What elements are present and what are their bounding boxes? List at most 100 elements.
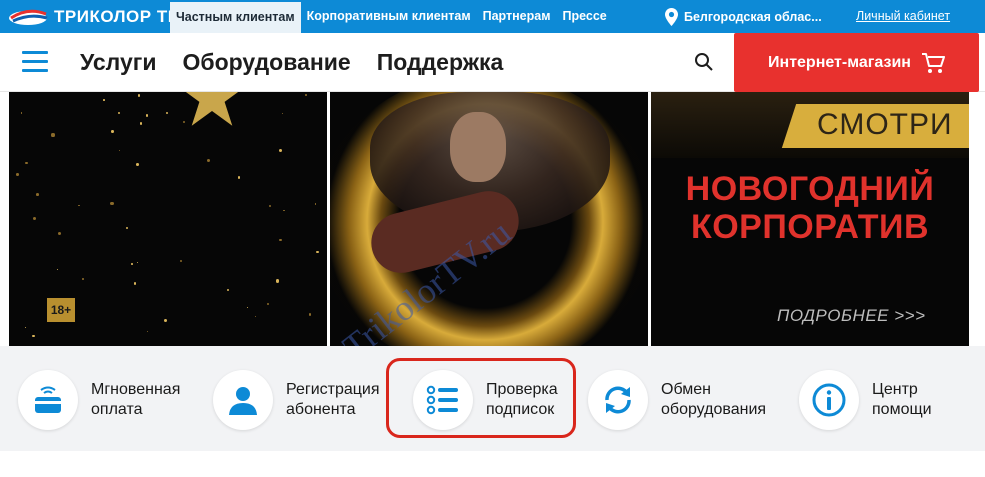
service-icon-circle [18, 370, 78, 430]
service-icon-circle [413, 370, 473, 430]
hamburger-menu-icon[interactable] [22, 51, 48, 73]
sparkle-dot [103, 99, 105, 101]
audience-nav: Частным клиентам Корпоративным клиентам … [170, 0, 613, 33]
sparkle-dot [133, 281, 137, 285]
sparkle-dot [305, 93, 308, 96]
main-menu: Услуги Оборудование Поддержка [80, 33, 503, 92]
more-link[interactable]: ПОДРОБНЕЕ >>> [777, 306, 926, 326]
menu-services[interactable]: Услуги [80, 49, 156, 76]
service-label-line-2: подписок [486, 401, 555, 418]
region-selector[interactable]: Белгородская облас... [665, 0, 822, 33]
sparkle-dot [139, 122, 143, 125]
sparkle-dot [119, 149, 121, 151]
personal-cabinet-link[interactable]: Личный кабинет [856, 0, 950, 33]
list-icon [426, 385, 458, 415]
service-label-line-2: помощи [872, 401, 932, 418]
service-label-line-1: Мгновенная [91, 381, 181, 398]
sparkle-dot [246, 306, 249, 309]
page-bottom [0, 451, 985, 477]
service-label-line-1: Проверка [486, 381, 558, 398]
sparkle-dot [24, 326, 27, 329]
sparkle-dot [207, 158, 211, 163]
service-equipment-exchange[interactable]: Обмен оборудования [588, 370, 766, 430]
promo-banner-1[interactable]: 18+ [9, 92, 327, 346]
sparkle-dot [266, 302, 270, 306]
tricolor-logo-icon [9, 9, 48, 25]
sparkle-dot [131, 263, 133, 266]
sparkle-dot [314, 203, 317, 205]
sparkle-dot [226, 288, 230, 292]
service-instant-payment[interactable]: Мгновенная оплата [18, 370, 180, 430]
nav-private-clients[interactable]: Частным клиентам [170, 2, 301, 33]
service-icon-circle [588, 370, 648, 430]
service-label: Проверка подписок [486, 380, 558, 420]
sparkle-dot [275, 278, 280, 283]
sparkle-dot [51, 133, 55, 137]
sparkle-dot [238, 176, 241, 179]
promo-banner-2[interactable] [330, 92, 648, 346]
service-label-line-2: абонента [286, 401, 356, 418]
sparkle-dot [179, 259, 182, 263]
sparkle-dot [35, 192, 39, 196]
cart-icon [921, 52, 945, 73]
sparkle-dot [279, 238, 282, 242]
nav-corporate-clients[interactable]: Корпоративным клиентам [301, 0, 477, 33]
service-subscriber-registration[interactable]: Регистрация абонента [213, 370, 380, 430]
promo-banners: 18+ СМОТРИ НОВОГОДНИЙ КОРПОРАТИВ ПОДРОБН… [0, 92, 985, 383]
online-shop-button[interactable]: Интернет-магазин [734, 33, 979, 92]
sparkle-dot [268, 204, 272, 207]
sparkle-dot [254, 316, 257, 318]
region-label: Белгородская облас... [684, 9, 822, 24]
sparkle-dot [111, 130, 115, 134]
service-check-subscriptions[interactable]: Проверка подписок [413, 370, 558, 430]
service-label-line-2: оплата [91, 401, 143, 418]
service-label-line-1: Регистрация [286, 381, 380, 398]
wallet-icon [35, 386, 61, 413]
sparkle-dot [117, 111, 120, 114]
menu-support[interactable]: Поддержка [377, 49, 504, 76]
service-help-center[interactable]: Центр помощи [799, 370, 932, 430]
info-icon [812, 383, 846, 417]
sparkle-dot [282, 112, 284, 114]
sparkle-dot [25, 161, 28, 165]
logo-text: ТРИКОЛОР ТВ [54, 7, 181, 26]
logo[interactable]: ТРИКОЛОР ТВ [8, 4, 181, 30]
location-pin-icon [665, 7, 678, 26]
sparkle-dot [32, 216, 36, 220]
sparkle-dot [146, 330, 149, 333]
gold-star-decoration [178, 92, 246, 126]
sparkle-dot [56, 268, 58, 270]
promo-banner-3[interactable]: СМОТРИ НОВОГОДНИЙ КОРПОРАТИВ ПОДРОБНЕЕ >… [651, 92, 969, 346]
nav-partners[interactable]: Партнерам [477, 0, 557, 33]
sparkle-dot [78, 204, 80, 206]
exchange-icon [605, 386, 631, 414]
sparkle-dot [137, 94, 140, 97]
service-icon-circle [213, 370, 273, 430]
sparkle-dot [82, 277, 85, 280]
sparkle-dot [136, 262, 138, 264]
smotri-label: СМОТРИ [817, 108, 953, 141]
sparkle-dot [32, 335, 35, 338]
age-rating-badge: 18+ [47, 298, 75, 322]
sparkle-dot [109, 201, 114, 206]
sparkle-dot [283, 209, 285, 212]
sparkle-dot [20, 112, 23, 114]
sparkle-dot [57, 232, 61, 236]
promo-title-line-1: НОВОГОДНИЙ [685, 170, 935, 208]
sparkle-dot [125, 226, 129, 230]
sparkle-dot [315, 250, 319, 254]
sparkle-dot [136, 163, 140, 166]
service-label-line-1: Центр [872, 381, 918, 398]
search-icon[interactable] [694, 52, 714, 72]
service-label: Обмен оборудования [661, 380, 766, 420]
sparkle-dot [145, 114, 149, 118]
sparkle-dot [163, 318, 167, 322]
nav-press[interactable]: Прессе [556, 0, 612, 33]
menu-equipment[interactable]: Оборудование [182, 49, 350, 76]
service-icon-circle [799, 370, 859, 430]
service-label: Регистрация абонента [286, 380, 380, 420]
sparkle-dot [308, 313, 312, 316]
online-shop-label: Интернет-магазин [768, 53, 911, 71]
laughing-man-image [450, 112, 506, 182]
service-label: Мгновенная оплата [91, 380, 180, 420]
